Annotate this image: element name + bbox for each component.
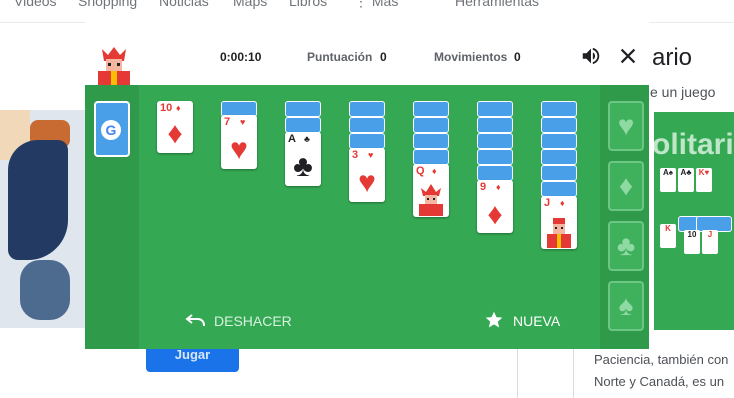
card-rank: 10 xyxy=(160,102,173,114)
mini-card: 10 xyxy=(684,230,700,254)
more-dots-icon: ⋮ xyxy=(354,0,372,9)
card-back xyxy=(349,133,385,149)
divider xyxy=(517,349,518,398)
knowledge-panel-title: ario xyxy=(652,44,693,71)
undo-button[interactable]: DESHACER xyxy=(185,309,295,333)
nav-books[interactable]: Libros xyxy=(289,0,327,9)
card-back xyxy=(413,133,449,149)
club-icon: ♣ xyxy=(616,230,636,261)
nav-more-label: Más xyxy=(371,0,399,9)
heart-icon: ♥ xyxy=(358,166,376,199)
game-timer: 0:00:10 xyxy=(220,50,262,64)
card-rank: 9 xyxy=(480,181,487,193)
close-icon[interactable] xyxy=(617,45,639,67)
foundation-heart-slot[interactable]: ♥ xyxy=(608,101,644,151)
card-back xyxy=(541,133,577,149)
volume-icon[interactable] xyxy=(580,45,602,67)
card-back xyxy=(477,101,513,117)
card-back xyxy=(477,117,513,133)
tableau-card-a-clubs[interactable]: A ♣ ♣ xyxy=(285,132,321,186)
card-back xyxy=(413,101,449,117)
nav-news[interactable]: Noticias xyxy=(159,0,209,9)
knowledge-panel-description: Norte y Canadá, es un xyxy=(594,374,725,389)
diamond-icon: ♦ xyxy=(496,182,501,192)
tableau-card-7-hearts[interactable]: 7 ♥ ♥ xyxy=(221,115,257,169)
card-back xyxy=(541,117,577,133)
undo-label: DESHACER xyxy=(214,313,292,329)
card-back xyxy=(413,117,449,133)
mini-card: K xyxy=(660,224,676,248)
star-icon xyxy=(485,311,503,328)
king-avatar-icon xyxy=(98,47,130,85)
background-image-left xyxy=(0,110,85,328)
new-label: NUEVA xyxy=(513,313,561,329)
queen-face-icon xyxy=(419,184,443,216)
knowledge-panel-subtitle: e un juego xyxy=(650,84,716,100)
foundation-diamond-slot[interactable]: ♦ xyxy=(608,161,644,211)
card-back xyxy=(413,149,449,165)
mini-card: J xyxy=(702,230,718,254)
nav-tools[interactable]: Herramientas xyxy=(455,0,539,9)
spade-icon: ♠ xyxy=(618,290,634,321)
tableau-card-9-diamonds[interactable]: 9 ♦ ♦ xyxy=(477,180,513,233)
card-back xyxy=(541,165,577,181)
club-icon: ♣ xyxy=(293,150,313,183)
card-back xyxy=(541,149,577,165)
card-back xyxy=(541,181,577,197)
card-rank: J xyxy=(544,197,551,209)
card-back xyxy=(477,133,513,149)
foundation-spade-slot[interactable]: ♠ xyxy=(608,281,644,331)
jack-face-icon xyxy=(547,218,571,248)
card-back xyxy=(285,101,321,117)
diamond-icon: ♦ xyxy=(176,103,181,113)
club-icon: ♣ xyxy=(304,134,310,144)
card-rank: 7 xyxy=(224,116,231,128)
search-nav-bar: Videos Shopping Noticias Maps Libros ⋮ M… xyxy=(0,0,734,23)
heart-icon: ♥ xyxy=(617,110,635,141)
card-back xyxy=(477,165,513,181)
diamond-icon: ♦ xyxy=(560,198,565,208)
foundation-club-slot[interactable]: ♣ xyxy=(608,221,644,271)
diamond-icon: ♦ xyxy=(432,166,437,176)
card-back xyxy=(477,149,513,165)
nav-shopping[interactable]: Shopping xyxy=(78,0,137,9)
knowledge-panel-description: Paciencia, también con xyxy=(594,352,729,367)
undo-icon xyxy=(185,314,205,326)
new-game-button[interactable]: NUEVA xyxy=(484,309,574,333)
tableau-card-3-hearts[interactable]: 3 ♥ ♥ xyxy=(349,148,385,202)
play-button[interactable]: Jugar xyxy=(146,348,239,372)
card-back xyxy=(349,117,385,133)
heart-icon: ♥ xyxy=(240,117,246,127)
score-value: 0 xyxy=(380,50,387,64)
heart-icon: ♥ xyxy=(230,133,248,166)
heart-icon: ♥ xyxy=(368,150,374,160)
card-rank: 3 xyxy=(352,149,359,161)
diamond-icon: ♦ xyxy=(487,198,503,231)
tableau-card-q-diamonds[interactable]: Q ♦ xyxy=(413,164,449,217)
divider xyxy=(573,349,574,398)
google-logo-icon: G xyxy=(101,120,121,140)
background-image-right: olitario A♠ A♣ K♥ K 10 J xyxy=(654,112,734,330)
card-back xyxy=(349,101,385,117)
diamond-icon: ♦ xyxy=(618,170,634,201)
score-label: Puntuación xyxy=(307,50,373,64)
card-rank: A xyxy=(288,133,296,145)
nav-more[interactable]: ⋮ Más xyxy=(354,0,398,10)
moves-label: Movimientos xyxy=(434,50,508,64)
tableau-card-j-diamonds[interactable]: J ♦ xyxy=(541,196,577,249)
right-image-text: olitario xyxy=(654,128,734,161)
card-back xyxy=(285,117,321,133)
moves-value: 0 xyxy=(514,50,521,64)
tableau-card-10-diamonds[interactable]: 10 ♦ ♦ xyxy=(157,101,193,153)
card-rank: Q xyxy=(416,165,425,177)
diamond-icon: ♦ xyxy=(167,117,183,150)
mini-card: A♣ xyxy=(678,168,694,192)
card-back xyxy=(541,101,577,117)
mini-card: A♠ xyxy=(660,168,676,192)
mini-card: K♥ xyxy=(696,168,712,192)
nav-videos[interactable]: Videos xyxy=(14,0,57,9)
nav-maps[interactable]: Maps xyxy=(233,0,267,9)
